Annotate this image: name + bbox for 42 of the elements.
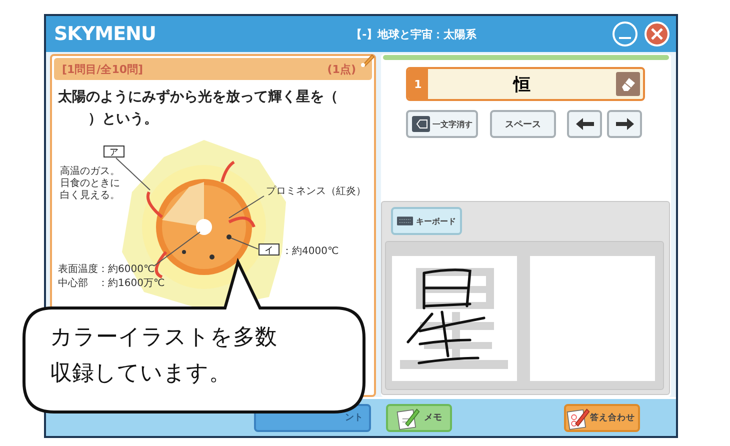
leader-line — [228, 196, 264, 218]
diagram-label: 中心部 ：約1600万℃ — [58, 278, 165, 289]
minimize-icon[interactable] — [612, 21, 638, 47]
notepad-icon — [396, 406, 420, 430]
space-button[interactable]: スペース — [490, 110, 556, 138]
answer-value: 恒 — [512, 74, 532, 96]
app-logo: SKYMENU — [54, 23, 156, 45]
answer-field[interactable]: 1 恒 — [406, 67, 645, 101]
callout-text: カラーイラストを多数 収録しています。 — [50, 324, 277, 388]
question-text: 太陽のようにみずから光を放って輝く星を（ — [58, 88, 338, 107]
keyboard-button[interactable]: キーボード — [391, 207, 462, 235]
answer-number: 1 — [408, 69, 428, 99]
writing-cell[interactable] — [530, 256, 655, 381]
diagram-label: イ — [264, 246, 274, 256]
diagram-label: プロミネンス（紅炎） — [266, 186, 366, 197]
check-answer-button[interactable]: 答え合わせ — [564, 404, 640, 432]
keyboard-icon — [397, 215, 413, 227]
delete-char-button[interactable]: 一文字消す — [406, 110, 478, 138]
leader-line — [154, 232, 200, 266]
question-number: [1問目/全10問] — [62, 62, 144, 76]
diagram-label: 高温のガス。 — [60, 166, 120, 177]
diagram-label: 日食のときに — [60, 178, 120, 189]
diagram-label: ア — [110, 148, 118, 158]
checklist-icon — [566, 406, 590, 430]
right-arrow-button[interactable] — [607, 110, 642, 138]
left-arrow-icon — [574, 117, 594, 131]
diagram-label: ：約4000℃ — [282, 246, 339, 257]
label-box — [258, 244, 280, 256]
diagram-label: 白く見える。 — [60, 190, 120, 201]
window-title: 【-】地球と宇宙：太陽系 — [350, 26, 478, 42]
eraser-icon[interactable] — [616, 72, 640, 96]
memo-button[interactable]: メモ — [386, 404, 452, 432]
question-text: ）という。 — [88, 110, 158, 129]
leader-line — [230, 238, 258, 250]
right-arrow-icon — [614, 117, 634, 131]
diagram-label: 表面温度：約6000℃ — [58, 264, 155, 275]
left-arrow-button[interactable] — [567, 110, 602, 138]
writing-cell[interactable] — [392, 256, 517, 381]
close-icon[interactable] — [644, 21, 670, 47]
question-points: (1点) — [327, 62, 356, 76]
backspace-icon — [412, 116, 430, 132]
label-box — [104, 146, 124, 158]
